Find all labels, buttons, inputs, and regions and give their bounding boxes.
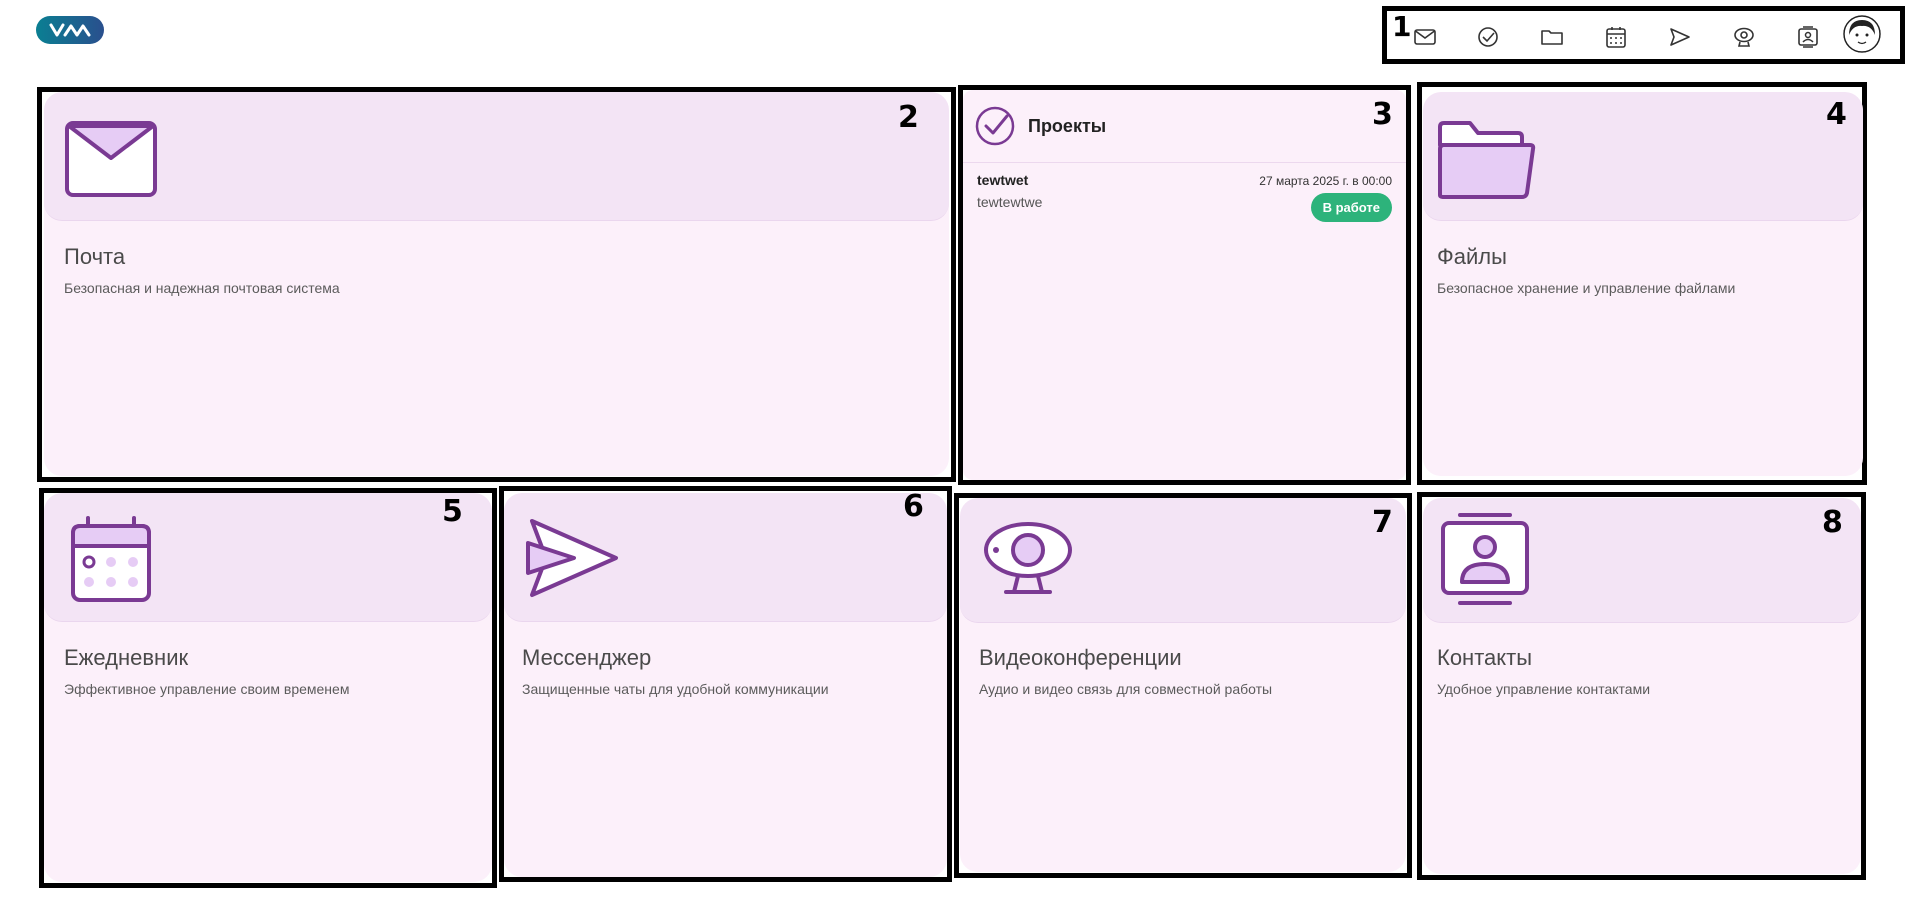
folder-icon — [1438, 121, 1536, 199]
send-icon — [526, 519, 618, 597]
webcam-icon — [984, 522, 1072, 594]
files-description: Безопасное хранение и управление файлами — [1437, 280, 1736, 296]
messenger-card[interactable]: Мессенджер Защищенные чаты для удобной к… — [504, 493, 947, 877]
avatar-face-icon — [1843, 15, 1881, 53]
messenger-card-marker: 6 — [903, 489, 924, 524]
video-card-header — [960, 498, 1406, 623]
project-date: 27 марта 2025 г. в 00:00 — [1259, 174, 1392, 188]
calendar-card[interactable]: Ежедневник Эффективное управление своим … — [44, 493, 492, 882]
contacts-title: Контакты — [1437, 645, 1533, 670]
video-title: Видеоконференции — [979, 645, 1182, 670]
files-card-header — [1423, 92, 1863, 221]
messenger-title: Мессенджер — [522, 645, 652, 670]
project-subtitle: tewtewtwe — [977, 194, 1043, 210]
video-description: Аудио и видео связь для совместной работ… — [979, 681, 1273, 697]
projects-card-marker: 3 — [1372, 97, 1393, 132]
projects-title: Проекты — [1028, 116, 1107, 136]
messenger-card-header — [504, 493, 947, 622]
mail-card-marker: 2 — [898, 100, 919, 135]
contacts-card[interactable]: Контакты Удобное управление контактами — [1423, 498, 1861, 874]
contact-card-icon — [1441, 513, 1529, 605]
mail-title: Почта — [64, 244, 126, 269]
files-card[interactable]: Файлы Безопасное хранение и управление ф… — [1423, 92, 1863, 476]
calendar-icon[interactable] — [1603, 24, 1629, 50]
files-title: Файлы — [1437, 244, 1507, 269]
contacts-card-marker: 8 — [1822, 505, 1843, 540]
folder-icon[interactable] — [1539, 24, 1565, 50]
contacts-description: Удобное управление контактами — [1437, 681, 1651, 697]
envelope-icon — [65, 121, 157, 197]
mail-card[interactable]: Почта Безопасная и надежная почтовая сис… — [44, 92, 949, 476]
calendar-description: Эффективное управление своим временем — [64, 681, 350, 697]
messenger-description: Защищенные чаты для удобной коммуникации — [522, 681, 829, 697]
toolbar-marker: 1 — [1392, 10, 1412, 43]
contact-card-icon[interactable] — [1795, 24, 1821, 50]
calendar-card-marker: 5 — [442, 494, 463, 529]
projects-card[interactable]: Проекты tewtwet tewtewtwe 27 марта 2025 … — [963, 90, 1406, 480]
top-toolbar: 1 — [1382, 6, 1905, 64]
user-avatar[interactable] — [1843, 15, 1881, 53]
logo-mark-icon — [49, 23, 91, 37]
mail-description: Безопасная и надежная почтовая система — [64, 280, 340, 296]
send-icon[interactable] — [1667, 24, 1693, 50]
calendar-title: Ежедневник — [64, 645, 189, 670]
files-card-marker: 4 — [1826, 97, 1847, 132]
app-logo[interactable] — [36, 16, 104, 44]
mail-icon[interactable] — [1412, 24, 1438, 50]
status-badge: В работе — [1310, 193, 1392, 222]
check-circle-icon — [975, 106, 1015, 146]
contacts-card-header — [1423, 498, 1861, 623]
check-circle-icon[interactable] — [1475, 24, 1501, 50]
webcam-icon[interactable] — [1731, 24, 1757, 50]
calendar-card-header — [44, 493, 492, 622]
projects-header: Проекты — [963, 90, 1406, 163]
mail-card-header — [44, 92, 949, 221]
video-card-marker: 7 — [1372, 505, 1393, 540]
calendar-icon — [71, 516, 151, 602]
video-card[interactable]: Видеоконференции Аудио и видео связь для… — [960, 498, 1406, 872]
project-name: tewtwet — [977, 172, 1029, 188]
